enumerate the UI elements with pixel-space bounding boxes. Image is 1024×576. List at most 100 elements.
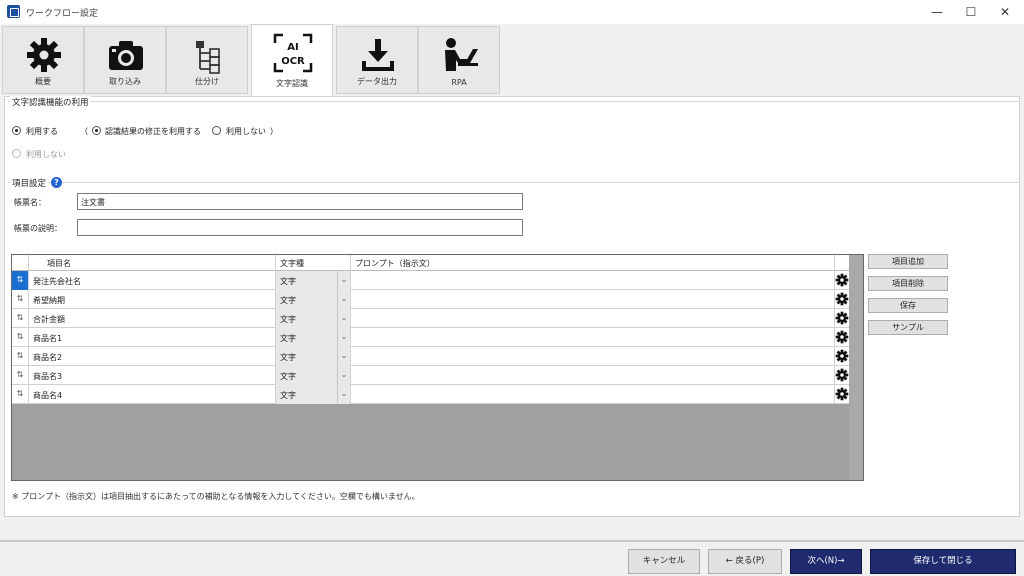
tab-label: 概要 [35,77,51,86]
drag-handle[interactable]: ⇅ [12,385,29,404]
form-desc-input[interactable] [77,219,523,236]
sort-arrows-icon: ⇅ [16,332,24,341]
item-name-cell[interactable]: 発注先会社名 [29,271,276,290]
row-settings-button[interactable] [835,385,849,404]
sort-arrows-icon: ⇅ [16,294,24,303]
camera-icon [109,41,143,70]
row-settings-button[interactable] [835,347,849,366]
next-button[interactable]: 次へ(N)→ [790,549,862,574]
char-type-value: 文字 [280,391,296,400]
item-name-cell[interactable]: 合計金額 [29,309,276,328]
form-desc-label: 帳票の説明： [14,224,62,233]
ai-ocr-icon: AI OCR [273,33,313,73]
table-row[interactable]: ⇅ 合計金額 文字 ⌄ [12,309,849,328]
gear-icon [835,292,849,306]
tab-data-output[interactable]: データ出力 [336,26,418,94]
close-button[interactable]: ✕ [988,0,1022,24]
prompt-cell[interactable] [351,366,835,385]
char-type-select[interactable]: 文字 ⌄ [276,366,351,385]
table-row[interactable]: ⇅ 商品名4 文字 ⌄ [12,385,849,404]
tab-sort[interactable]: 仕分け [166,26,248,94]
gear-icon [835,330,849,344]
item-name-cell[interactable]: 希望納期 [29,290,276,309]
correction-nouse-radio[interactable] [212,126,221,135]
sample-button[interactable]: サンプル [868,320,948,335]
ai-label: AI [287,42,298,53]
gear-icon [835,349,849,363]
ocr-nouse-radio[interactable] [12,149,21,158]
prompt-cell[interactable] [351,271,835,290]
item-name-cell[interactable]: 商品名4 [29,385,276,404]
grid-scrollbar[interactable] [849,255,863,480]
item-name-cell[interactable]: 商品名1 [29,328,276,347]
tab-label: 取り込み [109,77,141,86]
drag-handle[interactable]: ⇅ [12,328,29,347]
add-item-button[interactable]: 項目追加 [868,254,948,269]
prompt-cell[interactable] [351,347,835,366]
row-settings-button[interactable] [835,309,849,328]
group-border [8,182,1020,183]
table-row[interactable]: ⇅ 希望納期 文字 ⌄ [12,290,849,309]
tab-label: 仕分け [195,77,219,86]
table-row[interactable]: ⇅ 発注先会社名 文字 ⌄ [12,271,849,290]
chevron-down-icon[interactable]: ⌄ [337,347,350,365]
row-settings-button[interactable] [835,290,849,309]
row-settings-button[interactable] [835,328,849,347]
chevron-down-icon[interactable]: ⌄ [337,385,350,403]
chevron-down-icon[interactable]: ⌄ [337,366,350,384]
item-name-cell[interactable]: 商品名3 [29,366,276,385]
prompt-cell[interactable] [351,385,835,404]
save-button[interactable]: 保存 [868,298,948,313]
table-row[interactable]: ⇅ 商品名3 文字 ⌄ [12,366,849,385]
ocr-use-radio[interactable] [12,126,21,135]
chevron-down-icon[interactable]: ⌄ [337,328,350,346]
back-button[interactable]: ← 戻る(P) [708,549,782,574]
chevron-down-icon[interactable]: ⌄ [337,290,350,308]
tab-ocr[interactable]: AI OCR 文字認識 [251,24,333,96]
tab-rpa[interactable]: RPA [418,26,500,94]
char-type-select[interactable]: 文字 ⌄ [276,328,351,347]
header-prompt[interactable]: プロンプト（指示文） [351,255,835,271]
gear-icon [835,368,849,382]
form-name-input[interactable]: 注文書 [77,193,523,210]
save-and-close-button[interactable]: 保存して閉じる [870,549,1016,574]
title-bar: ワークフロー設定 — ☐ ✕ [0,0,1024,24]
item-name-cell[interactable]: 商品名2 [29,347,276,366]
header-char-type[interactable]: 文字種 [276,255,351,271]
tab-overview[interactable]: 概要 [2,26,84,94]
prompt-cell[interactable] [351,328,835,347]
char-type-select[interactable]: 文字 ⌄ [276,271,351,290]
drag-handle[interactable]: ⇅ [12,366,29,385]
header-item-name[interactable]: 項目名 [29,255,276,271]
prompt-cell[interactable] [351,309,835,328]
char-type-select[interactable]: 文字 ⌄ [276,385,351,404]
char-type-value: 文字 [280,372,296,381]
drag-handle[interactable]: ⇅ [12,290,29,309]
drag-handle[interactable]: ⇅ [12,309,29,328]
chevron-down-icon[interactable]: ⌄ [337,309,350,327]
cancel-button[interactable]: キャンセル [628,549,700,574]
grid-header: 項目名 文字種 プロンプト（指示文） [12,255,849,271]
minimize-button[interactable]: — [920,0,954,24]
tab-label: データ出力 [357,77,397,86]
prompt-cell[interactable] [351,290,835,309]
gear-icon [27,38,61,72]
row-settings-button[interactable] [835,271,849,290]
ocr-usage-title: 文字認識機能の利用 [10,96,91,108]
tab-import[interactable]: 取り込み [84,26,166,94]
char-type-select[interactable]: 文字 ⌄ [276,347,351,366]
table-row[interactable]: ⇅ 商品名2 文字 ⌄ [12,347,849,366]
maximize-button[interactable]: ☐ [954,0,988,24]
drag-handle[interactable]: ⇅ [12,271,29,290]
delete-item-button[interactable]: 項目削除 [868,276,948,291]
ocr-use-label: 利用する [26,127,58,136]
tab-bar: 概要 取り込み 仕分け AI OCR 文字認識 データ出力 RPA [0,24,1024,96]
row-settings-button[interactable] [835,366,849,385]
chevron-down-icon[interactable]: ⌄ [337,271,350,289]
help-icon[interactable]: ? [51,177,62,188]
char-type-select[interactable]: 文字 ⌄ [276,290,351,309]
table-row[interactable]: ⇅ 商品名1 文字 ⌄ [12,328,849,347]
drag-handle[interactable]: ⇅ [12,347,29,366]
correction-use-radio[interactable] [92,126,101,135]
char-type-select[interactable]: 文字 ⌄ [276,309,351,328]
